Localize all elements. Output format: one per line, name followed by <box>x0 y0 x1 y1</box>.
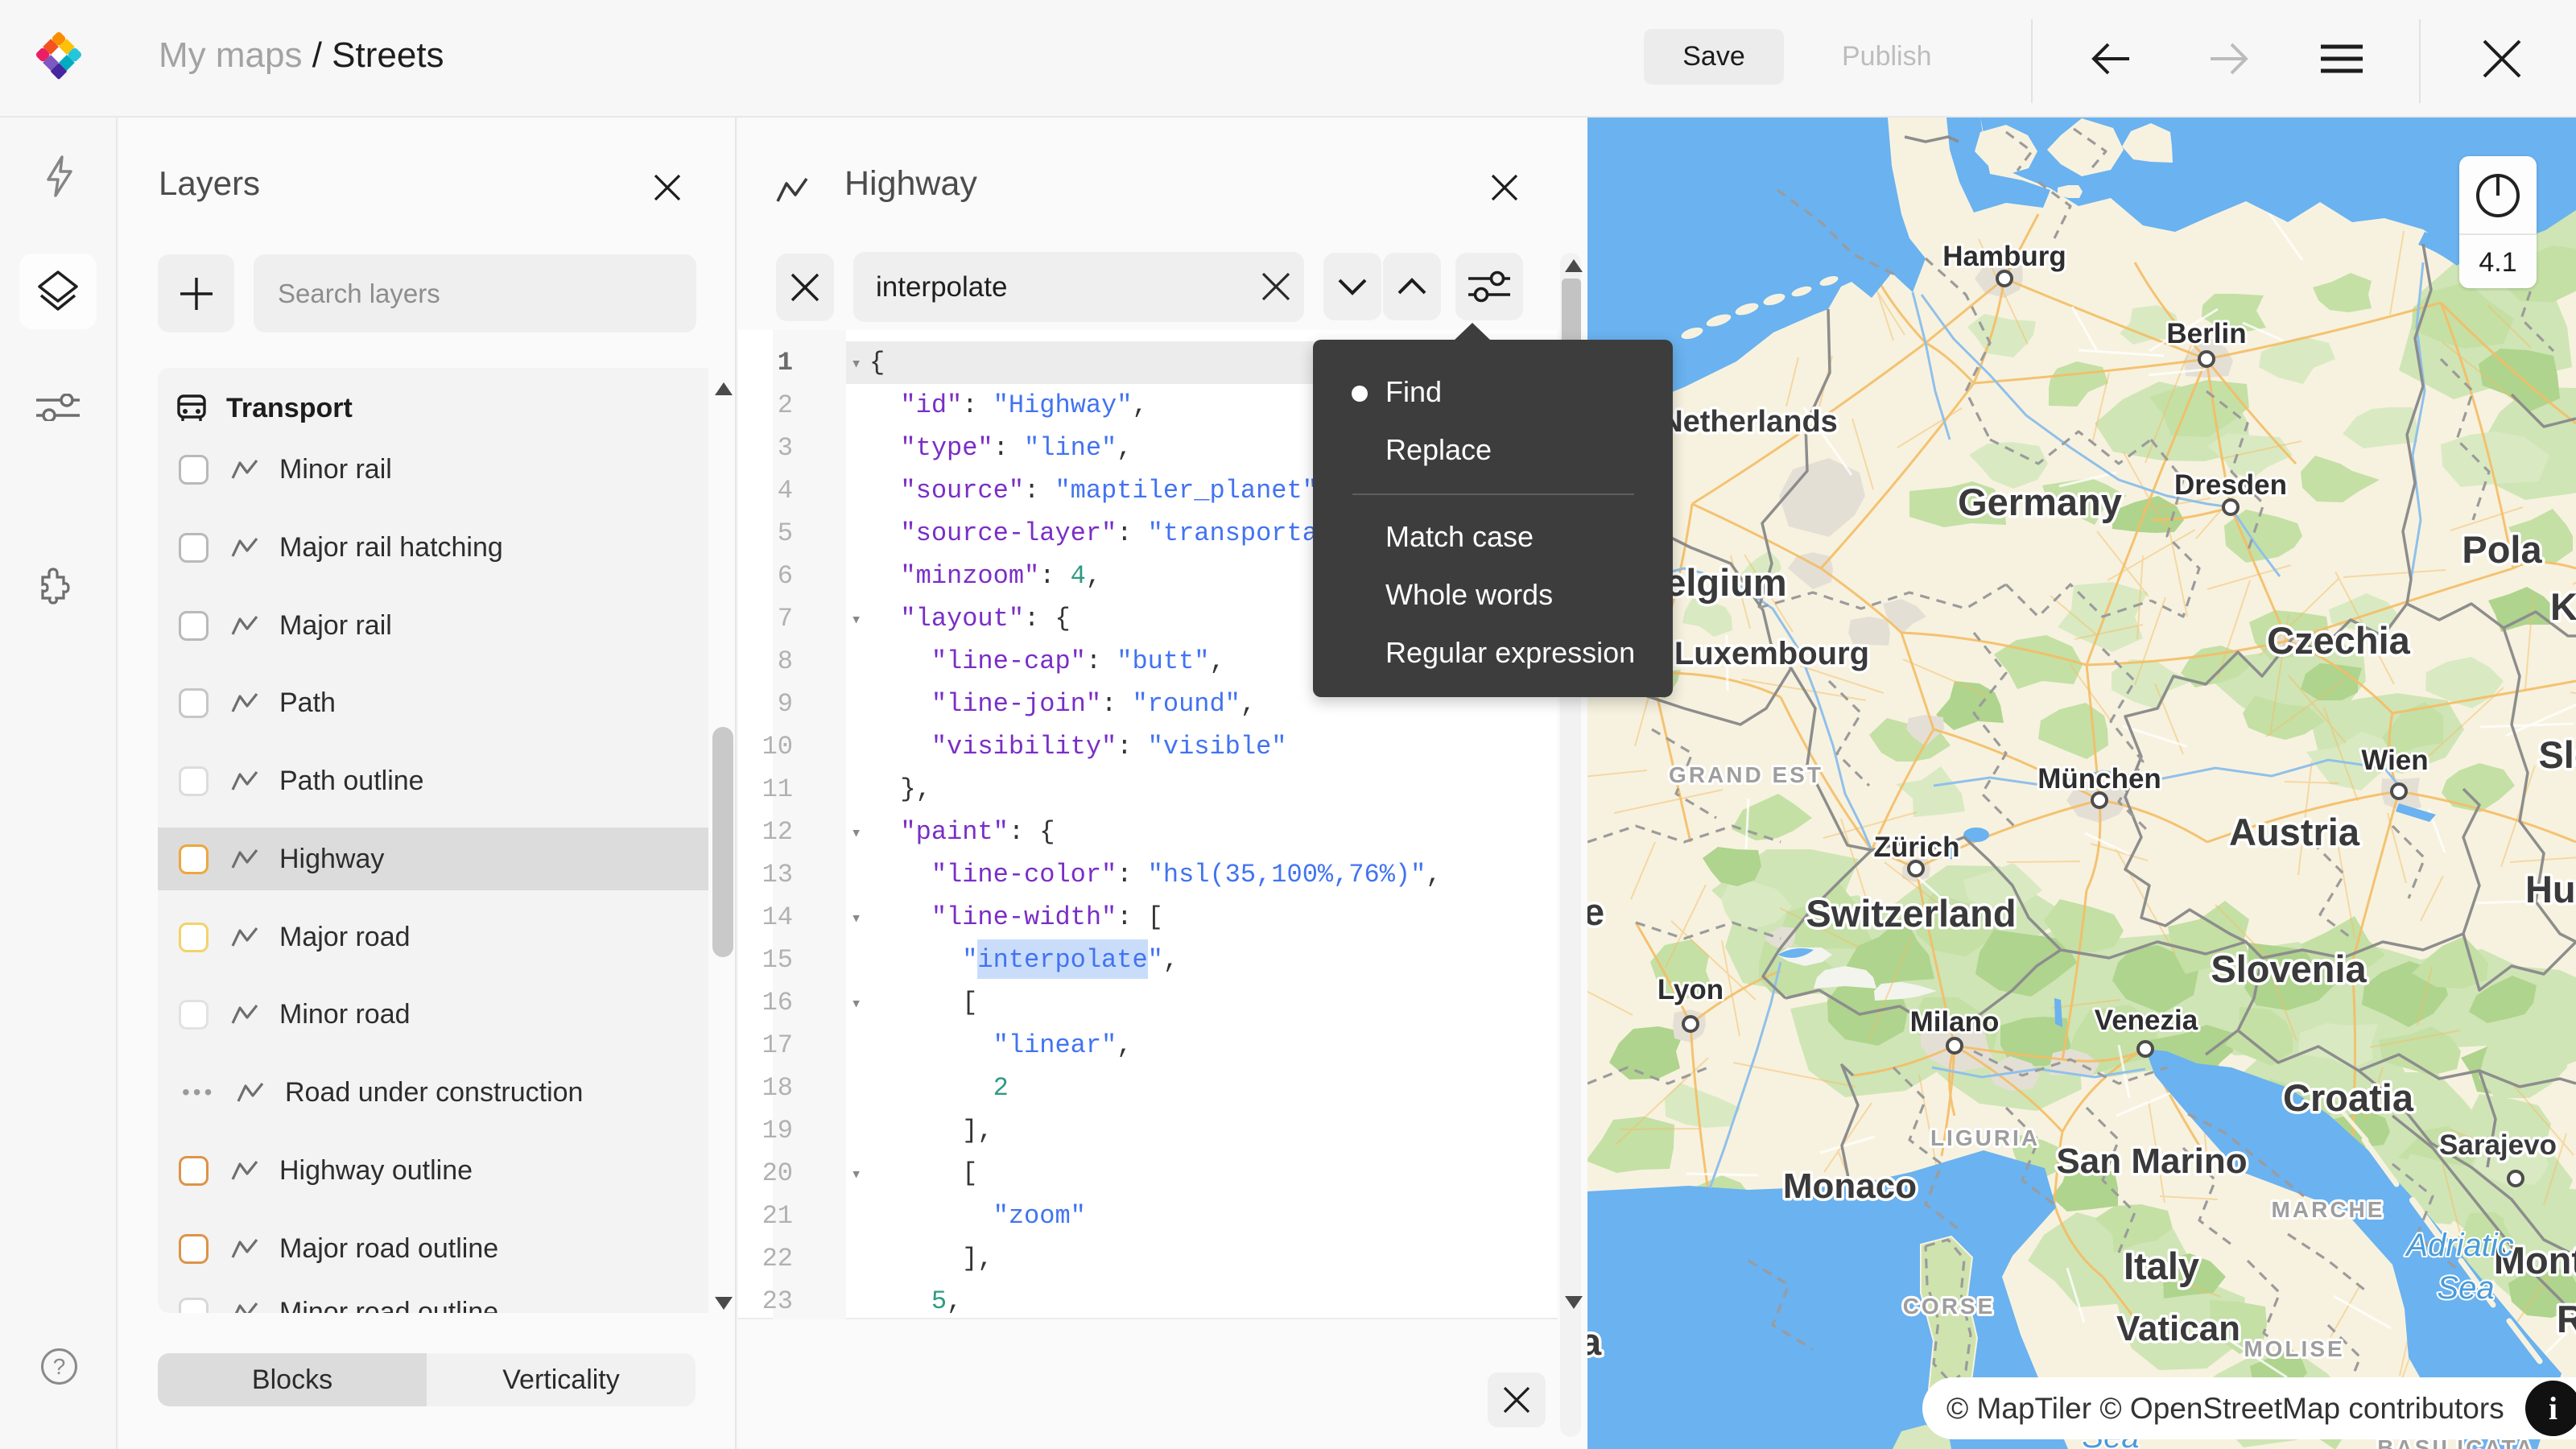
svg-text:Berlin: Berlin <box>2166 318 2246 349</box>
svg-text:San Marino: San Marino <box>2056 1141 2247 1181</box>
svg-text:Venezia: Venezia <box>2095 1005 2198 1036</box>
svg-text:Switzerland: Switzerland <box>1806 892 2016 935</box>
svg-text:Zürich: Zürich <box>1874 832 1960 863</box>
svg-text:MARCHE: MARCHE <box>2272 1197 2385 1222</box>
svg-text:Sea: Sea <box>2437 1270 2494 1306</box>
svg-text:CORSE: CORSE <box>1903 1294 1996 1319</box>
svg-text:?: ? <box>53 1354 66 1379</box>
svg-text:München: München <box>2037 763 2161 795</box>
svg-text:Lyon: Lyon <box>1657 974 1724 1005</box>
svg-text:Slo: Slo <box>2538 733 2576 776</box>
svg-text:Austria: Austria <box>2229 811 2360 853</box>
svg-text:Dresden: Dresden <box>2174 469 2287 501</box>
svg-text:MOLISE: MOLISE <box>2244 1336 2344 1361</box>
svg-text:e: e <box>1587 890 1604 933</box>
svg-text:K: K <box>2550 585 2576 628</box>
svg-text:Vatican: Vatican <box>2116 1309 2240 1348</box>
svg-text:Italy: Italy <box>2124 1245 2199 1287</box>
svg-text:Monaco: Monaco <box>1783 1166 1917 1206</box>
svg-text:Croatia: Croatia <box>2283 1076 2414 1119</box>
svg-text:Adriatic: Adriatic <box>2405 1228 2513 1263</box>
svg-text:Wien: Wien <box>2361 745 2428 776</box>
svg-text:Germany: Germany <box>1958 481 2122 523</box>
svg-text:Sarajevo: Sarajevo <box>2439 1129 2557 1161</box>
svg-text:R: R <box>2557 1298 2576 1340</box>
svg-text:Netherlands: Netherlands <box>1661 405 1838 439</box>
svg-text:Hung: Hung <box>2525 868 2576 910</box>
svg-text:Milano: Milano <box>1910 1006 2000 1038</box>
svg-text:GRAND EST: GRAND EST <box>1669 762 1823 787</box>
svg-text:Slovenia: Slovenia <box>2211 947 2367 990</box>
svg-text:Czechia: Czechia <box>2267 619 2410 662</box>
svg-text:Hamburg: Hamburg <box>1942 241 2066 272</box>
svg-text:LIGURIA: LIGURIA <box>1930 1125 2040 1150</box>
svg-text:Pola: Pola <box>2462 528 2542 571</box>
svg-text:Luxembourg: Luxembourg <box>1674 636 1869 671</box>
